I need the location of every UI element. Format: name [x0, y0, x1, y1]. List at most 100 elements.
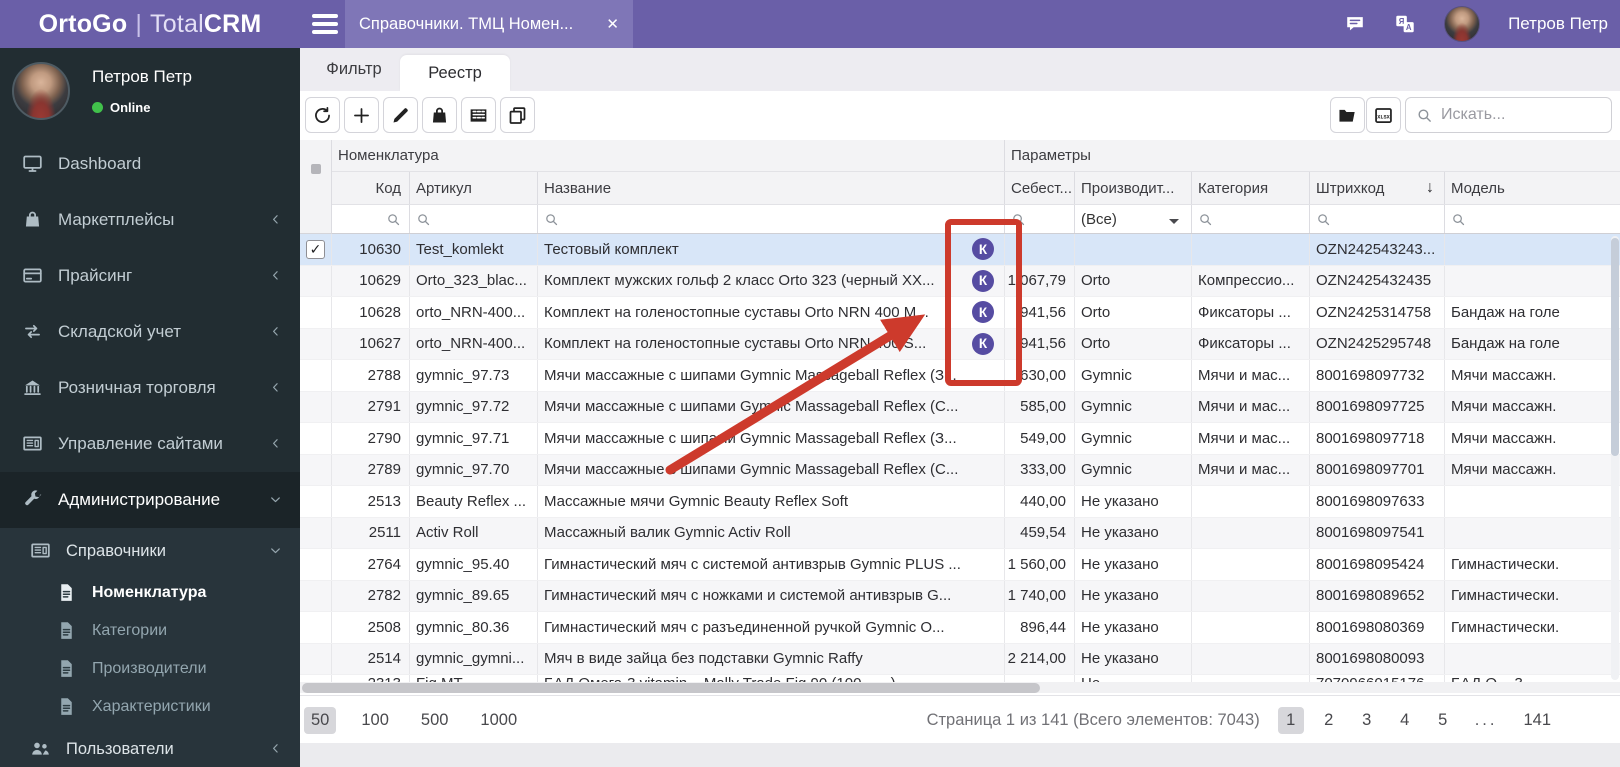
user-name[interactable]: Петров Петр: [1508, 14, 1608, 34]
close-icon[interactable]: ✕: [606, 15, 619, 33]
table-row[interactable]: 10628 orto_NRN-400... Комплект на голено…: [300, 297, 1620, 329]
duplicate-button[interactable]: [500, 97, 535, 133]
filter-producer-select[interactable]: (Все): [1075, 205, 1192, 233]
table-row[interactable]: 10629 Orto_323_blac... Комплект мужских …: [300, 265, 1620, 297]
page-button[interactable]: 3: [1354, 707, 1380, 734]
table-row[interactable]: 2508 gymnic_80.36 Гимнастический мяч с р…: [300, 612, 1620, 644]
table-row[interactable]: 2764 gymnic_95.40 Гимнастический мяч с с…: [300, 549, 1620, 581]
filter-name[interactable]: [538, 205, 1005, 233]
row-checkbox-cell[interactable]: [300, 391, 332, 422]
chat-icon[interactable]: [1344, 13, 1366, 35]
table-row[interactable]: 2514 gymnic_gymni... Мяч в виде зайца бе…: [300, 643, 1620, 675]
filter-barcode[interactable]: [1310, 205, 1445, 233]
row-checkbox-cell[interactable]: [300, 549, 332, 580]
cell-category: [1192, 612, 1310, 643]
col-header-code[interactable]: Код: [332, 172, 410, 204]
sidebar-item[interactable]: Производители: [0, 650, 300, 688]
row-checkbox-cell[interactable]: [300, 265, 332, 296]
row-checkbox-cell[interactable]: [300, 612, 332, 643]
add-button[interactable]: [344, 97, 379, 133]
row-checkbox-cell[interactable]: ✓: [300, 234, 332, 265]
page-button[interactable]: 2: [1316, 707, 1342, 734]
row-checkbox-cell[interactable]: [300, 360, 332, 391]
select-all-checkbox[interactable]: [311, 164, 321, 174]
sidebar-item[interactable]: Dashboard: [0, 136, 300, 192]
sidebar-item[interactable]: Маркетплейсы: [0, 192, 300, 248]
col-header-article[interactable]: Артикул: [410, 172, 538, 204]
page-size-button[interactable]: 500: [414, 707, 456, 734]
edit-button[interactable]: [383, 97, 418, 133]
vertical-scrollbar-thumb[interactable]: [1611, 238, 1619, 456]
filter-model[interactable]: [1445, 205, 1620, 233]
sidebar-item-icon: [56, 620, 80, 642]
sidebar-item[interactable]: Розничная торговля: [0, 360, 300, 416]
col-header-barcode[interactable]: Штрихкод ↓: [1310, 172, 1445, 204]
svg-text:A: A: [1406, 23, 1412, 32]
filter-category[interactable]: [1192, 205, 1310, 233]
sidebar-item[interactable]: Администрирование: [0, 472, 300, 528]
table-row[interactable]: 2789 gymnic_97.70 Мячи массажные с шипам…: [300, 454, 1620, 486]
col-header-category[interactable]: Категория: [1192, 172, 1310, 204]
sidebar-item[interactable]: Складской учет: [0, 304, 300, 360]
search-input[interactable]: [1441, 106, 1601, 124]
sidebar-item[interactable]: Категории: [0, 612, 300, 650]
table-row[interactable]: ✓ 10630 Test_komlekt Тестовый комплект К…: [300, 234, 1620, 266]
page-button[interactable]: 1: [1277, 706, 1304, 734]
cell-model: Мячи массажн.: [1451, 429, 1557, 447]
marketplace-button[interactable]: [422, 97, 457, 133]
page-button[interactable]: 141: [1516, 707, 1558, 734]
table-row[interactable]: 10627 orto_NRN-400... Комплект на голено…: [300, 328, 1620, 360]
table-row[interactable]: 2790 gymnic_97.71 Мячи массажные с шипам…: [300, 423, 1620, 455]
horizontal-scrollbar-thumb[interactable]: [302, 683, 1040, 693]
table-row[interactable]: 2788 gymnic_97.73 Мячи массажные с шипам…: [300, 360, 1620, 392]
menu-toggle-icon[interactable]: [312, 14, 338, 34]
col-header-producer[interactable]: Производит...: [1075, 172, 1192, 204]
row-checkbox-cell[interactable]: [300, 297, 332, 328]
page-size-button[interactable]: 1000: [473, 707, 524, 734]
sidebar-item[interactable]: Прайсинг: [0, 248, 300, 304]
page-button[interactable]: 4: [1392, 707, 1418, 734]
filter-code[interactable]: [332, 205, 410, 233]
table-row[interactable]: 2511 Activ Roll Массажный валик Gymnic A…: [300, 517, 1620, 549]
col-header-name[interactable]: Название: [538, 172, 1005, 204]
vertical-scrollbar[interactable]: [1611, 236, 1619, 680]
sidebar-item[interactable]: Пользователи: [0, 726, 300, 767]
sidebar-item[interactable]: Характеристики: [0, 688, 300, 726]
table-row[interactable]: 2782 gymnic_89.65 Гимнастический мяч с н…: [300, 580, 1620, 612]
page-size-button[interactable]: 100: [354, 707, 396, 734]
user-avatar[interactable]: [1444, 6, 1481, 42]
row-checkbox[interactable]: ✓: [306, 239, 325, 259]
cell-name: Гимнастический мяч с ножками и системой …: [538, 580, 1005, 611]
page-size-button[interactable]: 50: [304, 706, 337, 734]
table-row[interactable]: 2513 Beauty Reflex ... Массажные мячи Gy…: [300, 486, 1620, 518]
table-row[interactable]: 2791 gymnic_97.72 Мячи массажные с шипам…: [300, 391, 1620, 423]
open-folder-button[interactable]: [1330, 97, 1365, 133]
refresh-button[interactable]: [305, 97, 340, 133]
row-checkbox-cell[interactable]: [300, 517, 332, 548]
page-button[interactable]: ...: [1468, 707, 1505, 734]
item-name: Тестовый комплект: [544, 240, 679, 258]
document-tab[interactable]: Справочники. ТМЦ Номен... ✕: [345, 0, 633, 48]
sidebar-item[interactable]: Справочники: [0, 528, 300, 574]
sidebar-item[interactable]: Управление сайтами: [0, 416, 300, 472]
tab-registry[interactable]: Реестр: [400, 55, 510, 91]
row-checkbox-cell[interactable]: [300, 486, 332, 517]
filter-article[interactable]: [410, 205, 538, 233]
page-button[interactable]: 5: [1430, 707, 1456, 734]
col-header-cost[interactable]: Себест...: [1005, 172, 1075, 204]
sidebar-avatar[interactable]: [12, 62, 70, 120]
tab-filter[interactable]: Фильтр: [308, 48, 400, 91]
sort-desc-icon[interactable]: ↓: [1426, 179, 1438, 197]
horizontal-scrollbar[interactable]: [300, 682, 1620, 693]
export-xlsx-button[interactable]: XLSX: [1366, 97, 1401, 133]
filter-cost[interactable]: [1005, 205, 1075, 233]
row-checkbox-cell[interactable]: [300, 643, 332, 674]
row-checkbox-cell[interactable]: [300, 423, 332, 454]
row-checkbox-cell[interactable]: [300, 580, 332, 611]
sidebar-item[interactable]: Номенклатура: [0, 574, 300, 612]
translate-icon[interactable]: ЯA: [1394, 13, 1416, 35]
row-checkbox-cell[interactable]: [300, 454, 332, 485]
grid-view-button[interactable]: [461, 97, 496, 133]
col-header-model[interactable]: Модель: [1445, 172, 1620, 204]
row-checkbox-cell[interactable]: [300, 328, 332, 359]
